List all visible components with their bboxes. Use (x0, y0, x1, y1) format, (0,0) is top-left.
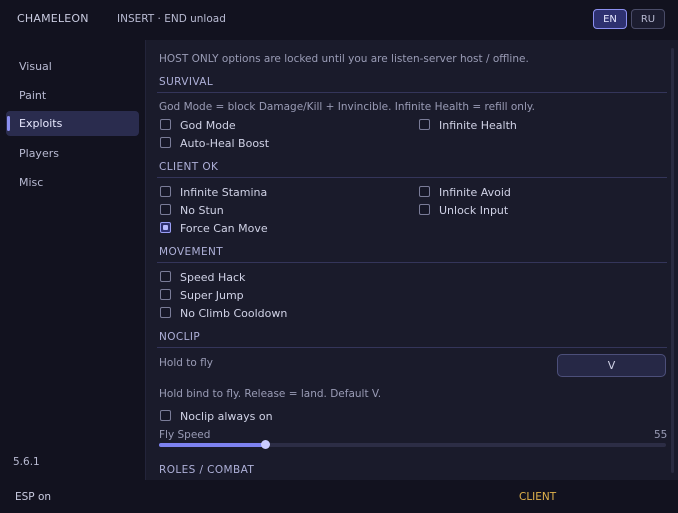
section-divider (157, 92, 667, 93)
section-divider (157, 177, 667, 178)
scrollbar[interactable] (671, 48, 674, 473)
noclip-help-text: Hold bind to fly. Release = land. Defaul… (159, 388, 382, 400)
language-ru-button[interactable]: RU (631, 9, 665, 29)
keybind-hint: INSERT · END unload (117, 13, 226, 25)
speed-hack-checkbox[interactable] (160, 271, 171, 282)
sidebar-item-players[interactable]: Players (6, 141, 139, 166)
god-mode-checkbox[interactable] (160, 119, 171, 130)
speed-hack-label: Speed Hack (180, 271, 246, 284)
super-jump-checkbox[interactable] (160, 289, 171, 300)
god-mode-label: God Mode (180, 119, 236, 132)
section-divider (157, 347, 667, 348)
fly-speed-slider-fill (159, 443, 266, 447)
version-label: 5.6.1 (13, 456, 40, 468)
noclip-always-on-checkbox[interactable] (160, 410, 171, 421)
force-can-move-label: Force Can Move (180, 222, 268, 235)
fly-speed-label: Fly Speed (159, 429, 211, 441)
status-bar (0, 480, 678, 513)
no-climb-cooldown-label: No Climb Cooldown (180, 307, 288, 320)
host-only-notice: HOST ONLY options are locked until you a… (159, 53, 529, 65)
section-divider (157, 262, 667, 263)
infinite-avoid-label: Infinite Avoid (439, 186, 511, 199)
section-survival-title: SURVIVAL (159, 76, 214, 88)
language-en-button[interactable]: EN (593, 9, 627, 29)
infinite-health-label: Infinite Health (439, 119, 517, 132)
no-climb-cooldown-checkbox[interactable] (160, 307, 171, 318)
app-title: CHAMELEON (17, 12, 89, 25)
noclip-always-on-label: Noclip always on (180, 410, 273, 423)
esp-status: ESP on (15, 491, 52, 503)
infinite-stamina-checkbox[interactable] (160, 186, 171, 197)
infinite-health-checkbox[interactable] (419, 119, 430, 130)
auto-heal-checkbox[interactable] (160, 137, 171, 148)
survival-note: God Mode = block Damage/Kill + Invincibl… (159, 101, 535, 113)
noclip-keybind-button[interactable]: V (557, 354, 666, 377)
section-noclip-title: NOCLIP (159, 331, 201, 343)
mode-status: CLIENT (519, 491, 557, 503)
sidebar-item-exploits[interactable]: Exploits (6, 111, 139, 136)
no-stun-checkbox[interactable] (160, 204, 171, 215)
infinite-stamina-label: Infinite Stamina (180, 186, 268, 199)
unlock-input-label: Unlock Input (439, 204, 509, 217)
auto-heal-label: Auto-Heal Boost (180, 137, 270, 150)
section-roles-combat-title: ROLES / COMBAT (159, 464, 255, 476)
unlock-input-checkbox[interactable] (419, 204, 430, 215)
section-client-ok-title: CLIENT OK (159, 161, 219, 173)
infinite-avoid-checkbox[interactable] (419, 186, 430, 197)
no-stun-label: No Stun (180, 204, 224, 217)
sidebar-item-visual[interactable]: Visual (6, 54, 139, 79)
sidebar-item-misc[interactable]: Misc (6, 170, 139, 195)
top-bar (0, 0, 678, 40)
fly-speed-value: 55 (654, 429, 668, 441)
section-movement-title: MOVEMENT (159, 246, 224, 258)
hold-to-fly-label: Hold to fly (159, 357, 213, 369)
sidebar-item-paint[interactable]: Paint (6, 83, 139, 108)
fly-speed-slider[interactable] (159, 440, 666, 449)
super-jump-label: Super Jump (180, 289, 244, 302)
force-can-move-checkbox[interactable] (160, 222, 171, 233)
panel-divider (145, 40, 146, 480)
